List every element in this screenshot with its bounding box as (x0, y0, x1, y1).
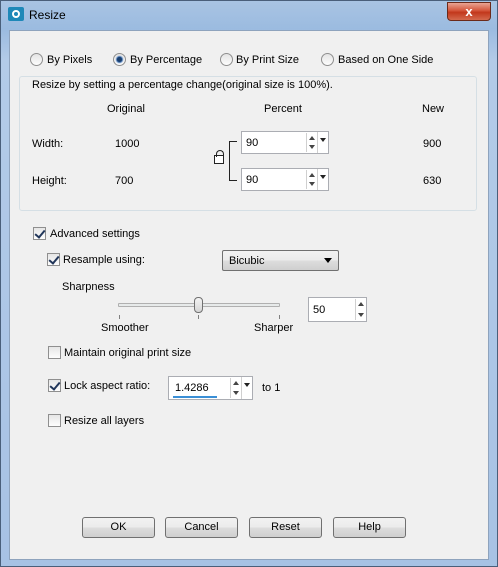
help-button[interactable]: Help (333, 517, 406, 538)
camera-icon (8, 7, 24, 21)
smoother-label: Smoother (101, 322, 149, 334)
height-new-value: 630 (423, 175, 442, 187)
ratio-underline (173, 396, 217, 398)
resample-checkbox[interactable] (47, 253, 60, 266)
resample-method-select[interactable]: Bicubic (222, 250, 339, 271)
height-spin-arrows[interactable] (306, 170, 316, 189)
column-original: Original (107, 103, 145, 115)
aspect-ratio-value[interactable]: 1.4286 (175, 382, 209, 394)
lock-icon (214, 150, 224, 164)
width-label: Width: (32, 138, 64, 150)
width-percent-value[interactable]: 90 (246, 137, 258, 149)
advanced-settings-label[interactable]: Advanced settings (50, 228, 140, 240)
ok-button[interactable]: OK (82, 517, 155, 538)
resize-dialog: Resize x By Pixels By Percentage By Prin… (0, 0, 498, 567)
close-button[interactable]: x (447, 2, 491, 21)
width-percent-spinner[interactable]: 90 (241, 131, 329, 154)
cancel-button[interactable]: Cancel (165, 517, 238, 538)
radio-by-percentage-label[interactable]: By Percentage (130, 54, 202, 66)
height-label: Height: (32, 175, 67, 187)
maintain-print-size-label[interactable]: Maintain original print size (64, 347, 191, 359)
maintain-print-size-checkbox[interactable] (48, 346, 61, 359)
ratio-suffix: to 1 (262, 382, 281, 394)
sharpness-slider-thumb[interactable] (194, 297, 203, 313)
width-dropdown-arrow[interactable] (317, 132, 328, 153)
radio-based-on-one-side-label[interactable]: Based on One Side (338, 54, 433, 66)
chevron-down-icon (324, 258, 332, 263)
height-dropdown-arrow[interactable] (317, 169, 328, 190)
resample-label[interactable]: Resample using: (63, 254, 145, 266)
radio-by-print-size[interactable] (220, 53, 233, 66)
sharper-label: Sharper (254, 322, 294, 334)
width-original-value: 1000 (115, 138, 140, 150)
slider-tick-mid (198, 315, 199, 319)
resample-method-value: Bicubic (229, 255, 265, 267)
slider-tick-min (119, 315, 120, 319)
radio-by-percentage[interactable] (113, 53, 126, 66)
width-spin-arrows[interactable] (306, 133, 316, 152)
resize-all-layers-label[interactable]: Resize all layers (64, 415, 144, 427)
radio-by-pixels-label[interactable]: By Pixels (47, 54, 92, 66)
link-bracket (229, 141, 237, 181)
reset-button[interactable]: Reset (249, 517, 322, 538)
lock-aspect-ratio-checkbox[interactable] (48, 379, 61, 392)
sharpness-spin-arrows[interactable] (355, 299, 365, 320)
radio-by-pixels[interactable] (30, 53, 43, 66)
radio-by-print-size-label[interactable]: By Print Size (236, 54, 299, 66)
lock-aspect-ratio-label[interactable]: Lock aspect ratio: (64, 380, 150, 392)
column-percent: Percent (264, 103, 302, 115)
title-bar[interactable]: Resize x (1, 1, 497, 29)
group-caption: Resize by setting a percentage change(or… (32, 79, 333, 91)
sharpness-spinner[interactable]: 50 (308, 297, 367, 322)
height-percent-spinner[interactable]: 90 (241, 168, 329, 191)
slider-tick-max (279, 315, 280, 319)
radio-based-on-one-side[interactable] (321, 53, 334, 66)
height-original-value: 700 (115, 175, 134, 187)
advanced-settings-checkbox[interactable] (33, 227, 46, 240)
column-new: New (422, 103, 445, 115)
sharpness-label: Sharpness (62, 281, 115, 293)
ratio-spin-arrows[interactable] (230, 378, 240, 398)
ratio-dropdown-arrow[interactable] (241, 377, 252, 399)
window-title: Resize (29, 8, 66, 22)
sharpness-value[interactable]: 50 (313, 304, 325, 316)
height-percent-value[interactable]: 90 (246, 174, 258, 186)
dialog-body: By Pixels By Percentage By Print Size Ba… (9, 30, 489, 560)
width-new-value: 900 (423, 138, 442, 150)
resize-all-layers-checkbox[interactable] (48, 414, 61, 427)
